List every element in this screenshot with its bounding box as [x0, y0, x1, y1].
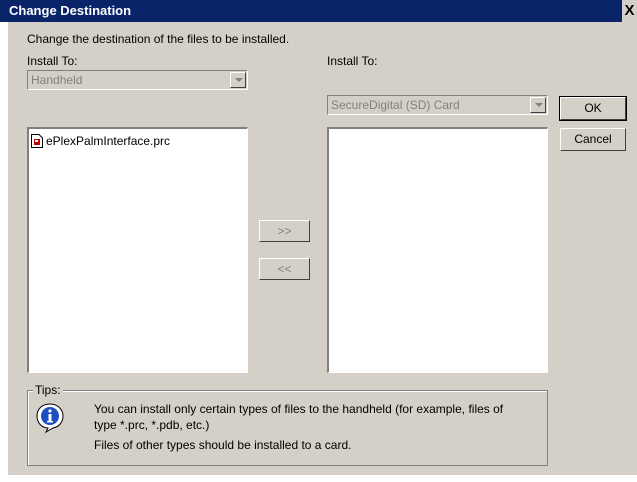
- palm-prc-file-icon: [31, 134, 43, 148]
- right-destination-select[interactable]: SecureDigital (SD) Card: [327, 95, 548, 115]
- left-file-list[interactable]: ePlexPalmInterface.prc: [27, 127, 248, 373]
- window-left-edge: [0, 22, 8, 475]
- tips-line-3: Files of other types should be installed…: [94, 438, 352, 452]
- right-destination-value: SecureDigital (SD) Card: [331, 98, 460, 112]
- tips-title: Tips:: [33, 383, 63, 397]
- file-name: ePlexPalmInterface.prc: [46, 134, 171, 148]
- chevron-down-icon[interactable]: [230, 72, 246, 88]
- list-item[interactable]: ePlexPalmInterface.prc: [31, 133, 231, 149]
- left-destination-value: Handheld: [31, 73, 83, 87]
- title-bar: Change Destination: [0, 0, 637, 22]
- ok-button[interactable]: OK: [559, 96, 627, 121]
- dialog-title: Change Destination: [9, 3, 132, 18]
- tips-line-2: type *.prc, *.pdb, etc.): [94, 418, 210, 432]
- move-right-button[interactable]: >>: [259, 220, 310, 242]
- right-install-to-label: Install To:: [327, 54, 378, 68]
- right-file-list[interactable]: [327, 127, 548, 373]
- change-destination-dialog: Change Destination X Change the destinat…: [0, 0, 637, 482]
- info-icon: [36, 403, 64, 434]
- intro-text: Change the destination of the files to b…: [27, 32, 290, 46]
- left-destination-select[interactable]: Handheld: [27, 70, 248, 90]
- cancel-button[interactable]: Cancel: [560, 128, 626, 151]
- tips-line-1: You can install only certain types of fi…: [94, 402, 504, 416]
- close-button[interactable]: X: [622, 0, 637, 22]
- window-bottom-edge: [0, 475, 637, 482]
- left-install-to-label: Install To:: [27, 54, 78, 68]
- chevron-down-icon[interactable]: [530, 97, 546, 113]
- move-left-button[interactable]: <<: [259, 258, 310, 280]
